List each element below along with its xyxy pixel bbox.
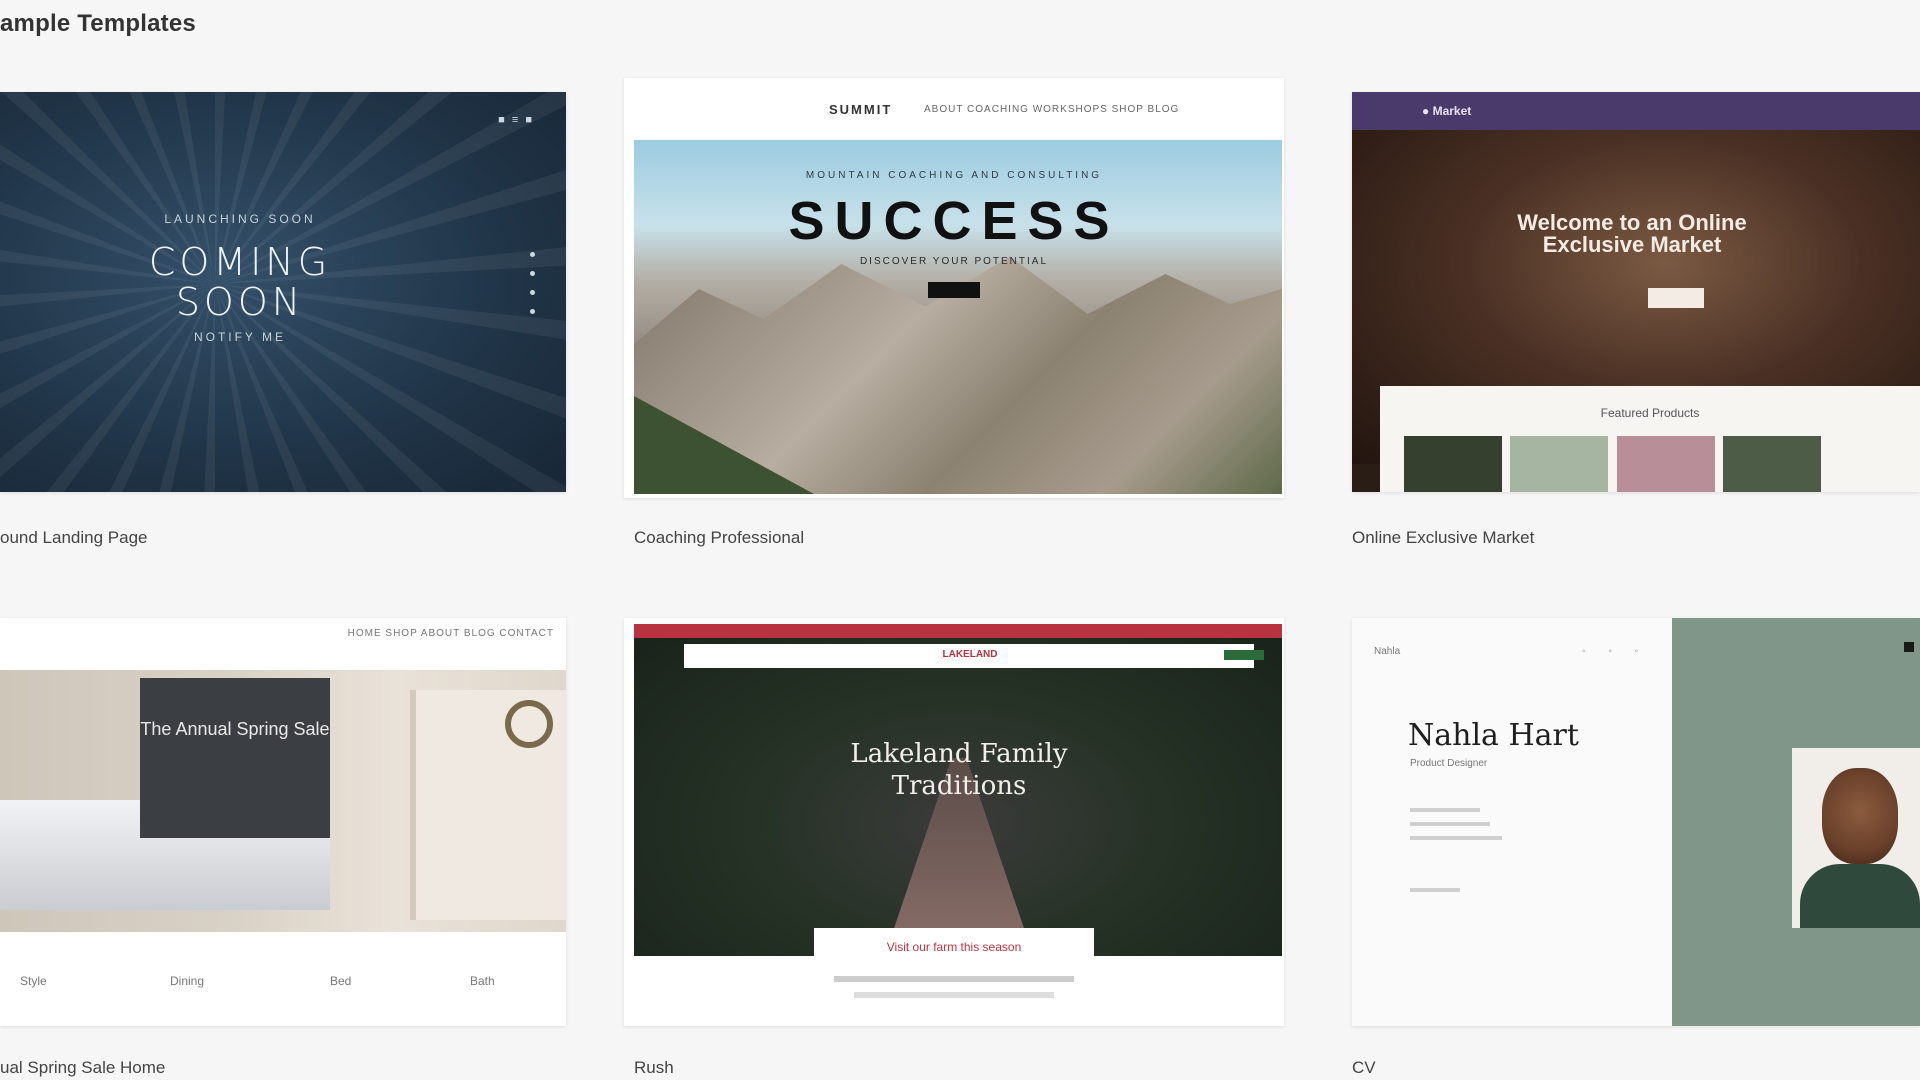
sale-headline: The Annual Spring Sale xyxy=(140,719,330,739)
coming-soon-headline: COMING SOON xyxy=(0,242,480,322)
card-caption[interactable]: CV xyxy=(1352,1058,1376,1078)
hero-button xyxy=(1648,288,1704,308)
panel-title: Featured Products xyxy=(1600,406,1700,420)
cv-role: Product Designer xyxy=(1410,758,1488,769)
template-card-market[interactable]: ● Market Welcome to an Online Exclusive … xyxy=(1352,92,1920,492)
product-thumb xyxy=(1510,436,1609,492)
social-icons: ◦ ◦ ◦ xyxy=(1582,646,1649,657)
info-panel: Visit our farm this season xyxy=(814,928,1094,1022)
product-thumb xyxy=(1616,436,1715,492)
social-dots xyxy=(530,252,536,328)
text-line xyxy=(1410,836,1502,840)
text-line xyxy=(834,976,1074,982)
category-row: Style Dining Bed Bath xyxy=(0,938,566,1024)
success-headline: SUCCESS xyxy=(788,191,1120,251)
announcement-bar xyxy=(634,624,1282,638)
cv-logo: Nahla xyxy=(1374,646,1401,657)
card-caption[interactable]: ound Landing Page xyxy=(0,528,147,548)
cv-name: Nahla Hart xyxy=(1408,718,1579,753)
text-line xyxy=(1410,888,1460,892)
category-label: Style xyxy=(20,974,47,988)
card-caption[interactable]: Coaching Professional xyxy=(634,528,804,548)
card-caption[interactable]: Online Exclusive Market xyxy=(1352,528,1534,548)
card-caption[interactable]: ual Spring Sale Home xyxy=(0,1058,165,1078)
site-menu: HOME SHOP ABOUT BLOG CONTACT xyxy=(347,628,554,639)
hero-eyebrow: MOUNTAIN COACHING AND CONSULTING xyxy=(805,170,1103,181)
text-line xyxy=(1410,822,1490,826)
product-thumbnails xyxy=(1404,436,1920,492)
portrait-face xyxy=(1822,768,1898,864)
category-label: Dining xyxy=(170,974,205,988)
templates-page: ample Templates ■ ≡ ■ LAUNCHING SOON COM… xyxy=(0,0,1920,1080)
site-header: LAKELAND xyxy=(684,644,1264,668)
info-text: Visit our farm this season xyxy=(886,940,1022,954)
product-thumb xyxy=(1404,436,1502,492)
category-label: Bath xyxy=(470,974,495,988)
site-logo: SUMMIT xyxy=(829,102,893,117)
hero-cta-button xyxy=(928,282,980,298)
headline-line-2: Traditions xyxy=(891,771,1027,801)
category-label: Bed xyxy=(330,974,352,988)
template-card-cv[interactable]: Nahla ◦ ◦ ◦ Nahla Hart Product Designer xyxy=(1352,618,1920,1026)
wreath-icon xyxy=(505,700,553,748)
nav-button xyxy=(1224,650,1264,660)
product-thumb xyxy=(1723,436,1822,492)
portrait-shirt xyxy=(1800,864,1920,928)
headline-line-1: Lakeland Family xyxy=(850,739,1068,769)
market-headline: Welcome to an Online Exclusive Market xyxy=(1517,210,1747,257)
text-line xyxy=(854,992,1054,998)
sale-overlay xyxy=(140,678,330,838)
site-header: ● Market xyxy=(1352,92,1920,130)
featured-panel: Featured Products xyxy=(1380,386,1920,492)
template-card-success[interactable]: SUMMIT ABOUT COACHING WORKSHOPS SHOP BLO… xyxy=(624,78,1284,498)
hero-subtext: DISCOVER YOUR POTENTIAL xyxy=(859,256,1049,267)
template-card-spring-sale[interactable]: HOME SHOP ABOUT BLOG CONTACT The Annual … xyxy=(0,618,566,1026)
site-logo: LAKELAND xyxy=(942,649,998,660)
lakeland-headline: Lakeland Family Traditions xyxy=(624,738,1284,802)
template-card-lakeland[interactable]: LAKELAND Lakeland Family Traditions Visi… xyxy=(624,618,1284,1026)
headline-line-1: COMING xyxy=(148,240,332,284)
text-line xyxy=(1410,808,1480,812)
site-header: SUMMIT ABOUT COACHING WORKSHOPS SHOP BLO… xyxy=(624,78,1284,130)
cv-left-panel: Nahla ◦ ◦ ◦ Nahla Hart Product Designer xyxy=(1352,618,1672,1026)
card-caption[interactable]: Rush xyxy=(634,1058,674,1078)
template-card-coming-soon[interactable]: ■ ≡ ■ LAUNCHING SOON COMING SOON NOTIFY … xyxy=(0,92,566,492)
site-brand: ● Market xyxy=(1422,104,1472,118)
corner-square xyxy=(1904,642,1914,652)
section-title: ample Templates xyxy=(0,10,196,37)
eyebrow-text: LAUNCHING SOON xyxy=(164,212,316,226)
headline-line-2: SOON xyxy=(175,280,305,324)
site-menu: ABOUT COACHING WORKSHOPS SHOP BLOG xyxy=(924,104,1180,115)
subline-text: NOTIFY ME xyxy=(193,330,287,344)
card-nav: ■ ≡ ■ xyxy=(498,114,534,126)
